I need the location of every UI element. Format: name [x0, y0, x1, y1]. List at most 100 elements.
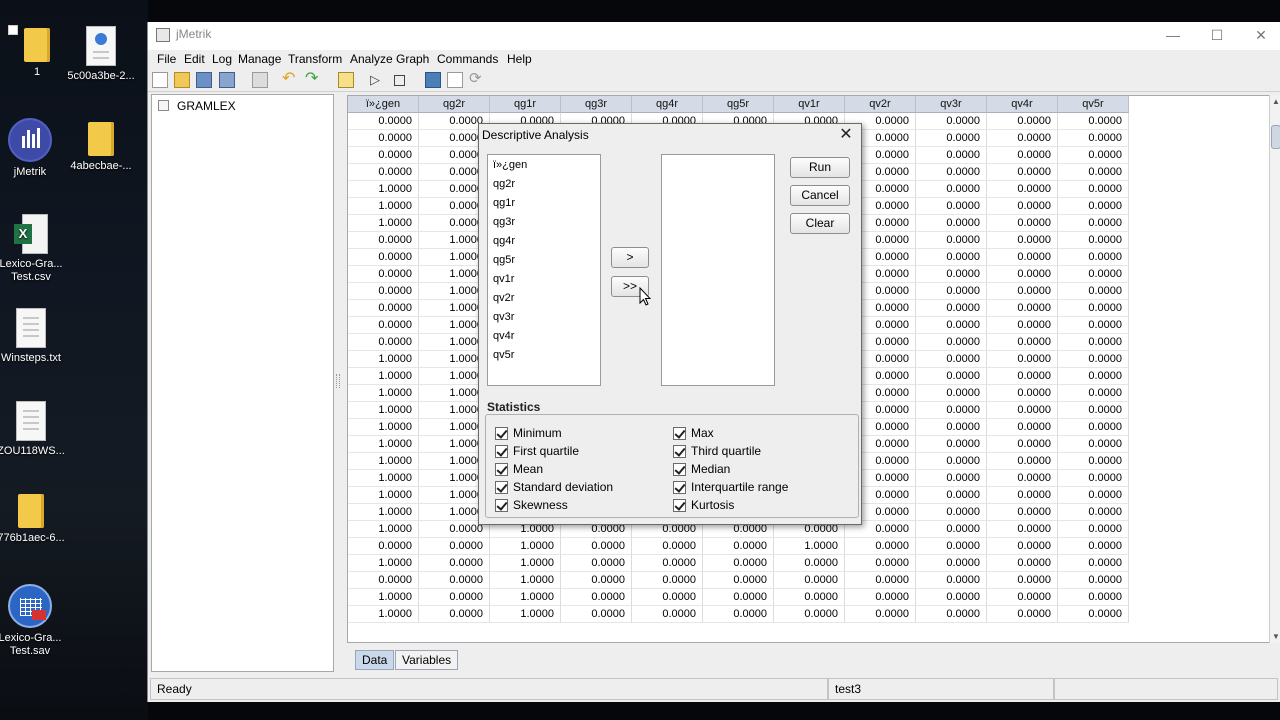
menu-help[interactable]: Help	[507, 52, 532, 66]
table-cell[interactable]: 0.0000	[987, 300, 1058, 317]
variable-list-item[interactable]: qv2r	[493, 292, 514, 304]
table-cell[interactable]: 0.0000	[916, 606, 987, 623]
table-cell[interactable]: 0.0000	[916, 453, 987, 470]
table-cell[interactable]: 1.0000	[348, 555, 419, 572]
table-cell[interactable]: 0.0000	[1058, 453, 1129, 470]
table-cell[interactable]: 0.0000	[1058, 300, 1129, 317]
table-cell[interactable]: 0.0000	[1058, 334, 1129, 351]
table-cell[interactable]: 0.0000	[916, 351, 987, 368]
desktop-icon-zou[interactable]: ZOU118WS...	[0, 401, 68, 458]
table-cell[interactable]: 1.0000	[348, 487, 419, 504]
table-cell[interactable]: 0.0000	[561, 572, 632, 589]
table-cell[interactable]: 0.0000	[1058, 147, 1129, 164]
table-cell[interactable]: 0.0000	[1058, 317, 1129, 334]
table-cell[interactable]: 0.0000	[987, 521, 1058, 538]
undo-icon[interactable]: ↶	[282, 71, 298, 88]
statistic-label[interactable]: Kurtosis	[691, 498, 734, 512]
table-cell[interactable]: 0.0000	[987, 538, 1058, 555]
cancel-button[interactable]: Cancel	[790, 185, 850, 206]
table-cell[interactable]: 0.0000	[916, 147, 987, 164]
column-header[interactable]: ï»¿gen	[348, 96, 419, 113]
table-cell[interactable]: 1.0000	[348, 521, 419, 538]
table-cell[interactable]: 1.0000	[348, 606, 419, 623]
table-cell[interactable]: 0.0000	[987, 402, 1058, 419]
column-header[interactable]: qg2r	[419, 96, 490, 113]
refresh-icon[interactable]: ⟳	[469, 71, 485, 88]
table-cell[interactable]: 1.0000	[348, 385, 419, 402]
table-cell[interactable]: 0.0000	[987, 334, 1058, 351]
table-cell[interactable]: 0.0000	[987, 147, 1058, 164]
scroll-up-icon[interactable]: ▲	[1270, 97, 1280, 106]
statistic-label[interactable]: Standard deviation	[513, 480, 613, 494]
table-cell[interactable]: 0.0000	[1058, 589, 1129, 606]
statistic-checkbox[interactable]	[495, 463, 508, 476]
table-cell[interactable]: 0.0000	[987, 283, 1058, 300]
table-cell[interactable]: 0.0000	[1058, 385, 1129, 402]
table-cell[interactable]: 0.0000	[1058, 487, 1129, 504]
variable-list-item[interactable]: qg4r	[493, 235, 515, 247]
table-cell[interactable]: 0.0000	[916, 317, 987, 334]
table-cell[interactable]: 0.0000	[916, 164, 987, 181]
table-cell[interactable]: 0.0000	[987, 215, 1058, 232]
variable-list-item[interactable]: qg1r	[493, 197, 515, 209]
table-cell[interactable]: 0.0000	[916, 436, 987, 453]
dialog-close-button[interactable]: ✕	[835, 125, 857, 145]
table-cell[interactable]: 0.0000	[916, 504, 987, 521]
table-cell[interactable]: 0.0000	[348, 300, 419, 317]
clear-button[interactable]: Clear	[790, 213, 850, 234]
table-cell[interactable]: 1.0000	[348, 368, 419, 385]
table-cell[interactable]: 0.0000	[916, 266, 987, 283]
statistic-label[interactable]: Median	[691, 462, 730, 476]
minimize-button[interactable]: —	[1151, 24, 1195, 46]
desktop-icon-winsteps[interactable]: Winsteps.txt	[0, 308, 68, 365]
scroll-thumb[interactable]	[1271, 125, 1280, 149]
desktop-icon-folder-1[interactable]: 1	[0, 28, 74, 79]
table-cell[interactable]: 0.0000	[916, 589, 987, 606]
table-cell[interactable]: 0.0000	[1058, 470, 1129, 487]
table-cell[interactable]: 1.0000	[348, 419, 419, 436]
table-cell[interactable]: 0.0000	[348, 317, 419, 334]
desktop-icon-sav[interactable]: Lexico-Gra... Test.sav	[0, 584, 67, 658]
column-header[interactable]: qg4r	[632, 96, 703, 113]
column-header[interactable]: qv2r	[845, 96, 916, 113]
new-icon[interactable]	[152, 72, 168, 88]
column-header[interactable]: qg5r	[703, 96, 774, 113]
table-cell[interactable]: 0.0000	[987, 419, 1058, 436]
table-cell[interactable]: 0.0000	[1058, 215, 1129, 232]
stop-icon[interactable]	[394, 75, 405, 86]
table-cell[interactable]: 0.0000	[348, 538, 419, 555]
table-cell[interactable]: 0.0000	[916, 521, 987, 538]
table-cell[interactable]: 0.0000	[916, 300, 987, 317]
table-cell[interactable]: 0.0000	[419, 555, 490, 572]
table-cell[interactable]: 0.0000	[987, 572, 1058, 589]
table-cell[interactable]: 0.0000	[348, 283, 419, 300]
table-cell[interactable]: 0.0000	[916, 402, 987, 419]
table-cell[interactable]: 0.0000	[1058, 538, 1129, 555]
table-cell[interactable]: 0.0000	[916, 283, 987, 300]
table-cell[interactable]: 0.0000	[1058, 436, 1129, 453]
panel-splitter[interactable]	[336, 374, 340, 388]
table-cell[interactable]: 0.0000	[419, 606, 490, 623]
menu-edit[interactable]: Edit	[184, 52, 205, 66]
table-cell[interactable]: 0.0000	[419, 572, 490, 589]
table-cell[interactable]: 0.0000	[703, 572, 774, 589]
statistic-checkbox[interactable]	[673, 427, 686, 440]
variable-list-item[interactable]: ï»¿gen	[493, 159, 527, 171]
column-header[interactable]: qv5r	[1058, 96, 1129, 113]
table-cell[interactable]: 0.0000	[916, 368, 987, 385]
table-cell[interactable]: 0.0000	[916, 538, 987, 555]
table-cell[interactable]: 0.0000	[987, 181, 1058, 198]
table-cell[interactable]: 0.0000	[774, 555, 845, 572]
table-cell[interactable]: 0.0000	[1058, 181, 1129, 198]
table-cell[interactable]: 0.0000	[987, 130, 1058, 147]
variable-list-item[interactable]: qv1r	[493, 273, 514, 285]
tree-node-gramlex[interactable]: GRAMLEX	[177, 99, 236, 113]
table-cell[interactable]: 1.0000	[490, 555, 561, 572]
print-icon[interactable]	[252, 72, 268, 88]
table-cell[interactable]: 0.0000	[703, 589, 774, 606]
move-selected-button[interactable]: >	[611, 247, 649, 268]
table-cell[interactable]: 0.0000	[1058, 249, 1129, 266]
statistic-label[interactable]: First quartile	[513, 444, 579, 458]
table-cell[interactable]: 0.0000	[987, 266, 1058, 283]
column-header[interactable]: qv3r	[916, 96, 987, 113]
